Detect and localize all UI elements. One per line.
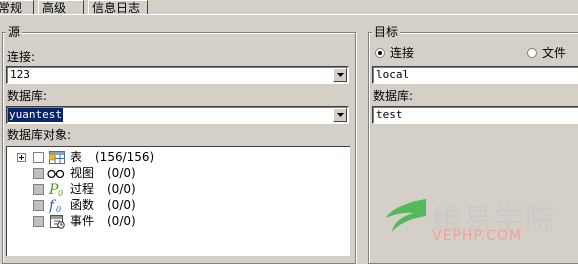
table-icon <box>48 149 65 165</box>
tree-row-procedures[interactable]: P 0 过程 (0/0) <box>7 181 337 198</box>
target-file-radio[interactable] <box>527 48 537 58</box>
target-connection-value: local <box>376 68 410 81</box>
events-count: (0/0) <box>107 214 136 228</box>
tree-row-views[interactable]: 视图 (0/0) <box>7 165 337 181</box>
view-glasses-icon <box>47 165 65 181</box>
function-icon: f 0 <box>48 197 65 214</box>
tables-checkbox[interactable] <box>33 152 44 163</box>
database-objects-tree[interactable]: 表 (156/156) 视图 (0/0) P 0 过程 (0/0) f 0 函数… <box>6 146 350 256</box>
svg-text:0: 0 <box>58 189 63 197</box>
target-legend: 目标 <box>372 25 401 39</box>
tree-row-functions[interactable]: f 0 函数 (0/0) <box>7 197 337 214</box>
chevron-down-icon <box>337 73 344 77</box>
tab-advanced[interactable]: 高级 <box>38 0 84 15</box>
target-database-label: 数据库: <box>373 89 414 103</box>
svg-text:0: 0 <box>56 205 61 213</box>
source-database-dropdown-button[interactable] <box>333 108 347 122</box>
tables-count: (156/156) <box>95 150 155 164</box>
views-name: 视图 <box>70 166 95 180</box>
source-legend: 源 <box>6 25 23 39</box>
target-file-radio-label[interactable]: 文件 <box>542 46 566 60</box>
procedure-icon: P 0 <box>48 181 65 198</box>
tab-separator <box>0 14 578 15</box>
chevron-down-icon <box>337 113 344 117</box>
events-name: 事件 <box>70 214 95 228</box>
functions-count: (0/0) <box>107 198 136 212</box>
views-count: (0/0) <box>107 166 136 180</box>
target-connection-radio[interactable] <box>375 48 385 58</box>
tables-name: 表 <box>70 150 83 164</box>
source-database-value: yuantest <box>8 108 63 122</box>
source-database-label: 数据库: <box>7 89 48 103</box>
source-connection-select[interactable]: 123 <box>6 66 349 84</box>
tab-general[interactable]: 常规 <box>0 0 34 15</box>
views-checkbox[interactable] <box>33 168 44 179</box>
watermark-logo-icon <box>386 199 426 232</box>
source-objects-label: 数据库对象: <box>7 128 72 142</box>
event-icon <box>49 213 65 229</box>
functions-name: 函数 <box>70 198 95 212</box>
source-connection-dropdown-button[interactable] <box>333 68 347 82</box>
source-database-select[interactable]: yuantest <box>6 106 349 124</box>
tree-row-events[interactable]: 事件 (0/0) <box>7 213 337 229</box>
watermark-subtitle: VEPHP.COM <box>432 228 522 244</box>
procedures-checkbox[interactable] <box>33 184 44 195</box>
target-database-select[interactable]: test <box>372 106 578 124</box>
procedures-count: (0/0) <box>107 182 136 196</box>
source-connection-value: 123 <box>10 68 30 81</box>
procedures-name: 过程 <box>70 182 95 196</box>
source-connection-label: 连接: <box>7 50 36 64</box>
tab-info-log[interactable]: 信息日志 <box>88 0 148 15</box>
target-database-value: test <box>376 108 403 121</box>
tree-row-tables[interactable]: 表 (156/156) <box>7 149 337 165</box>
expand-plus-icon[interactable] <box>17 153 26 162</box>
functions-checkbox[interactable] <box>33 200 44 211</box>
target-connection-radio-label[interactable]: 连接 <box>390 46 414 60</box>
events-checkbox[interactable] <box>33 216 44 227</box>
target-connection-select[interactable]: local <box>372 66 578 84</box>
